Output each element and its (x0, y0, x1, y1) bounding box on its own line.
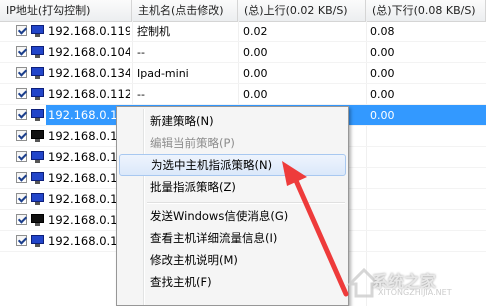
computer-monitor-icon (31, 172, 44, 184)
computer-monitor-icon (31, 88, 44, 100)
menu-item-batch-assign[interactable]: 批量指派策略(Z) (119, 176, 346, 198)
context-menu: 新建策略(N) 编辑当前策略(P) 为选中主机指派策略(N) 批量指派策略(Z)… (116, 106, 349, 306)
menu-item-assign-policy[interactable]: 为选中主机指派策略(N) (119, 154, 346, 176)
computer-monitor-icon (31, 109, 44, 121)
computer-monitor-icon (31, 193, 44, 205)
row-hostname[interactable]: Ipad-mini (137, 63, 237, 84)
row-hostname[interactable]: 控制机 (137, 21, 237, 42)
row-hostname[interactable]: -- (137, 42, 237, 63)
row-download: 0.00 (370, 67, 395, 80)
row-download: 0.00 (370, 46, 395, 59)
row-download (370, 231, 480, 252)
column-ip[interactable]: IP地址(打勾控制) (0, 0, 132, 21)
computer-monitor-icon (31, 235, 44, 247)
row-upload: 0.00 (243, 88, 268, 101)
column-upload[interactable]: (总)上行(0.02 KB/S) (238, 0, 366, 21)
computer-monitor-icon (31, 46, 44, 58)
menu-item-edit-description[interactable]: 修改主机说明(M) (119, 249, 346, 271)
watermark-url: XITONGZHIJIA.NET (378, 288, 452, 297)
row-ip-address: 192.168.0.104 (48, 45, 130, 59)
row-checkbox[interactable] (16, 67, 27, 78)
menu-separator (147, 202, 345, 204)
row-download (370, 189, 480, 210)
row-checkbox[interactable] (16, 130, 27, 141)
row-download: 0.00 (370, 88, 395, 101)
row-download (370, 210, 480, 231)
row-checkbox[interactable] (16, 25, 27, 36)
menu-item-edit-policy[interactable]: 编辑当前策略(P) (119, 132, 346, 154)
row-checkbox[interactable] (16, 172, 27, 183)
row-checkbox[interactable] (16, 193, 27, 204)
computer-monitor-icon (31, 151, 44, 163)
menu-item-send-message[interactable]: 发送Windows信使消息(G) (119, 205, 346, 227)
column-hostname[interactable]: 主机名(点击修改) (132, 0, 238, 21)
row-checkbox[interactable] (16, 214, 27, 225)
computer-monitor-icon (31, 214, 44, 226)
row-ip-address: 192.168.0.134 (48, 66, 130, 80)
row-ip-address: 192.168.0.112 (48, 87, 130, 101)
table-header: IP地址(打勾控制) 主机名(点击修改) (总)上行(0.02 KB/S) (总… (0, 0, 486, 22)
row-hostname[interactable]: -- (137, 84, 237, 105)
row-download (370, 126, 480, 147)
menu-item-new-policy[interactable]: 新建策略(N) (119, 110, 346, 132)
computer-monitor-icon (31, 130, 44, 142)
computer-monitor-icon (31, 25, 44, 37)
table-row[interactable]: 192.168.0.119 控制机 0.02 0.08 (0, 21, 486, 42)
row-checkbox[interactable] (16, 46, 27, 57)
row-download: 0.00 (370, 109, 395, 122)
row-checkbox[interactable] (16, 235, 27, 246)
computer-monitor-icon (31, 67, 44, 79)
row-checkbox[interactable] (16, 88, 27, 99)
menu-item-find-host[interactable]: 查找主机(F) (119, 271, 346, 293)
row-upload: 0.02 (243, 25, 268, 38)
menu-item-view-traffic[interactable]: 查看主机详细流量信息(I) (119, 227, 346, 249)
table-row[interactable]: 192.168.0.134 Ipad-mini 0.00 0.00 (0, 63, 486, 84)
row-download: 0.08 (370, 25, 395, 38)
row-ip-address: 192.168.0.119 (48, 24, 130, 38)
row-download (370, 168, 480, 189)
row-download (370, 147, 480, 168)
row-checkbox[interactable] (16, 109, 27, 120)
column-download[interactable]: (总)下行(0.08 KB/S) (366, 0, 486, 21)
table-row[interactable]: 192.168.0.104 -- 0.00 0.00 (0, 42, 486, 63)
row-upload: 0.00 (243, 67, 268, 80)
row-checkbox[interactable] (16, 151, 27, 162)
row-upload: 0.00 (243, 46, 268, 59)
table-row[interactable]: 192.168.0.112 -- 0.00 0.00 (0, 84, 486, 105)
